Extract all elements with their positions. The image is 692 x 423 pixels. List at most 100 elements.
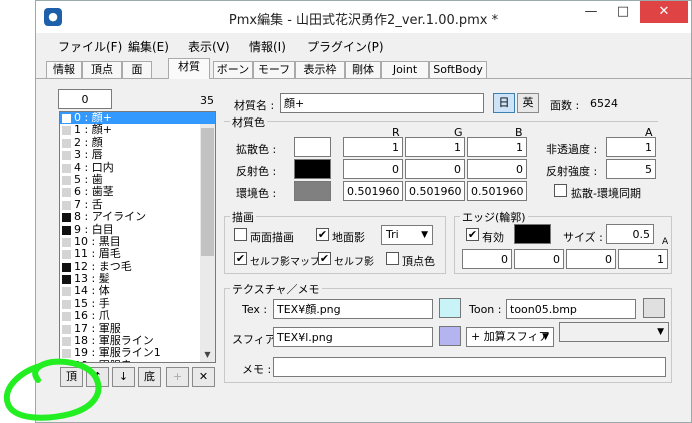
draw-group-title: 描画 xyxy=(230,209,256,225)
memo-label: メモ : xyxy=(242,363,272,376)
toon-swatch[interactable] xyxy=(643,298,665,318)
menu-plugin[interactable]: プラグイン(P) xyxy=(307,38,384,55)
material-list-item-label: 2 : 顔 xyxy=(74,135,103,149)
material-index-input[interactable] xyxy=(58,89,112,109)
specular-power-input[interactable] xyxy=(606,159,656,179)
tab-softbody[interactable]: SoftBody xyxy=(429,61,487,79)
material-list-item-label: 1 : 顔+ xyxy=(74,123,112,137)
edge-g[interactable] xyxy=(514,249,564,269)
minimize-button[interactable]: — xyxy=(576,1,606,23)
tab-face[interactable]: 面 xyxy=(122,61,152,79)
menu-view[interactable]: 表示(V) xyxy=(188,38,230,55)
material-list-item-label: 6 : 歯茎 xyxy=(74,185,114,199)
diffuse-g[interactable] xyxy=(405,137,465,157)
material-color-square-icon xyxy=(62,237,71,247)
ground-shadow-checkbox[interactable]: ✔ xyxy=(316,228,329,241)
tex-label: Tex : xyxy=(242,303,268,316)
specular-r[interactable] xyxy=(343,159,403,179)
edge-group-title: エッジ(輪郭) xyxy=(460,209,528,225)
self-shadow-label: セルフ影 xyxy=(334,257,374,268)
chevron-down-icon: ▼ xyxy=(542,332,549,342)
material-color-square-icon xyxy=(62,337,71,347)
double-sided-label: 両面描画 xyxy=(250,231,294,244)
edge-color-swatch[interactable] xyxy=(514,224,551,244)
material-list-item-label: 16 : 爪 xyxy=(74,309,110,323)
sphere-mode-value: + 加算スフィア xyxy=(471,330,550,343)
ambient-label: 環境色 : xyxy=(236,187,277,200)
tab-morph[interactable]: モーフ xyxy=(253,61,295,79)
english-name-button[interactable]: 英 xyxy=(517,93,539,113)
japanese-name-button[interactable]: 日 xyxy=(493,93,515,113)
self-shadow-map-checkbox[interactable]: ✔ xyxy=(234,252,247,265)
material-list-item[interactable]: 20 : 軍服赤 xyxy=(60,359,215,362)
diffuse-b[interactable] xyxy=(467,137,527,157)
ambient-b[interactable] xyxy=(467,181,527,201)
tex-swatch[interactable] xyxy=(439,298,461,318)
tab-vertex[interactable]: 頂点 xyxy=(82,61,122,79)
alpha-input[interactable] xyxy=(606,137,656,157)
ambient-swatch[interactable] xyxy=(294,181,331,201)
vertex-color-checkbox[interactable] xyxy=(386,252,399,265)
material-color-square-icon xyxy=(62,287,71,297)
self-shadow-checkbox[interactable]: ✔ xyxy=(318,252,331,265)
material-color-square-icon xyxy=(62,163,71,173)
close-button[interactable]: ✕ xyxy=(640,1,688,23)
material-color-square-icon xyxy=(62,213,71,223)
material-list-item-label: 19 : 軍服ライン1 xyxy=(74,346,161,360)
tab-display-frame[interactable]: 表示枠 xyxy=(295,61,345,79)
sync-checkbox[interactable] xyxy=(554,184,567,197)
material-list-item-label: 7 : 舌 xyxy=(74,197,103,211)
toon-label: Toon : xyxy=(469,303,502,316)
memo-input[interactable] xyxy=(273,357,666,377)
toon-input[interactable] xyxy=(506,299,636,319)
specular-g[interactable] xyxy=(405,159,465,179)
ambient-r[interactable] xyxy=(343,181,403,201)
background-area xyxy=(0,0,35,423)
material-color-square-icon xyxy=(62,262,71,272)
menu-edit[interactable]: 編集(E) xyxy=(128,38,169,55)
material-color-square-icon xyxy=(62,349,71,359)
material-list-item-label: 17 : 軍服 xyxy=(74,321,121,335)
menu-file[interactable]: ファイル(F) xyxy=(58,38,122,55)
material-list-item-label: 9 : 白目 xyxy=(74,222,114,236)
ambient-g[interactable] xyxy=(405,181,465,201)
edge-a[interactable] xyxy=(618,249,668,269)
material-color-square-icon xyxy=(62,175,71,185)
tab-bone[interactable]: ボーン xyxy=(213,61,253,79)
primitive-mode-value: Tri xyxy=(386,228,399,241)
add-material-button[interactable]: + xyxy=(166,367,189,387)
move-down-button[interactable]: ↓ xyxy=(112,367,135,387)
tex-input[interactable] xyxy=(273,299,433,319)
chevron-down-icon: ▼ xyxy=(421,230,428,240)
diffuse-r[interactable] xyxy=(343,137,403,157)
primitive-mode-select[interactable]: Tri ▼ xyxy=(381,225,433,245)
sphere-mode-select[interactable]: + 加算スフィア ▼ xyxy=(466,327,554,347)
texture-group-title: テクスチャ／メモ xyxy=(230,281,322,297)
edge-r[interactable] xyxy=(462,249,512,269)
tab-joint[interactable]: Joint xyxy=(381,61,429,79)
edge-enabled-label: 有効 xyxy=(482,231,504,244)
sphere-preset-select[interactable]: ▼ xyxy=(559,322,669,342)
tab-rigid-body[interactable]: 剛体 xyxy=(345,61,381,79)
double-sided-checkbox[interactable] xyxy=(234,228,247,241)
edge-b[interactable] xyxy=(566,249,616,269)
specular-b[interactable] xyxy=(467,159,527,179)
tab-info[interactable]: 情報 xyxy=(46,61,82,79)
edge-enabled-checkbox[interactable]: ✔ xyxy=(466,228,479,241)
menu-info[interactable]: 情報(I) xyxy=(249,38,286,55)
delete-material-button[interactable]: ✕ xyxy=(192,367,215,387)
move-up-button[interactable]: ↑ xyxy=(86,367,109,387)
material-color-square-icon xyxy=(62,250,71,260)
material-list[interactable]: ▲ ▼ 0 : 顔+1 : 顔+2 : 顔3 : 唇4 : 口内5 : 歯6 :… xyxy=(59,111,216,363)
tab-material[interactable]: 材質 xyxy=(168,58,210,79)
diffuse-swatch[interactable] xyxy=(294,137,331,157)
specular-swatch[interactable] xyxy=(294,159,331,179)
sphere-input[interactable] xyxy=(273,327,433,347)
material-name-input[interactable] xyxy=(280,93,484,113)
maximize-button[interactable]: □ xyxy=(608,1,638,23)
sphere-swatch[interactable] xyxy=(439,326,461,346)
move-top-button[interactable]: 頂 xyxy=(60,367,83,387)
move-bottom-button[interactable]: 底 xyxy=(138,367,161,387)
material-color-square-icon xyxy=(62,225,71,235)
edge-size-input[interactable] xyxy=(606,224,654,244)
